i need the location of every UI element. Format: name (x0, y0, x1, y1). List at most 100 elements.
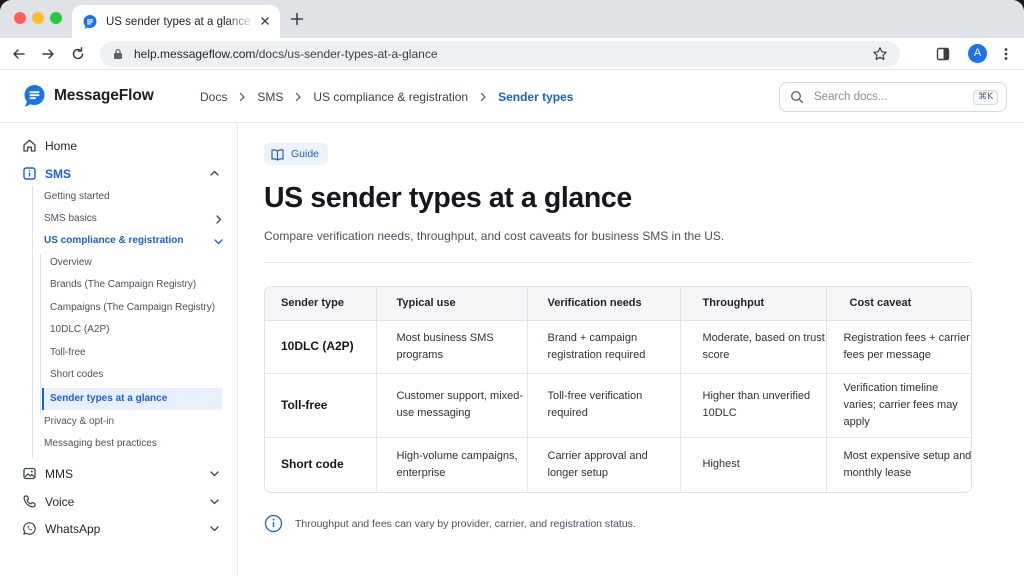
breadcrumb-sms[interactable]: SMS (257, 90, 283, 104)
sidebar-item-label: SMS (45, 166, 72, 181)
close-tab-icon[interactable] (258, 14, 272, 28)
column-header-throughput: Throughput (680, 287, 827, 321)
chevron-down-icon (210, 471, 219, 477)
chevron-down-icon (210, 499, 219, 505)
sidebar-item-short-codes[interactable]: Short codes (50, 369, 103, 380)
sidebar-item-toll-free[interactable]: Toll-free (50, 347, 86, 358)
column-header-cost-caveat: Cost caveat (826, 287, 971, 321)
profile-avatar[interactable]: A (968, 44, 987, 63)
browser-menu-icon[interactable] (998, 46, 1014, 62)
sidebar-item-label: SMS basics (44, 213, 97, 224)
table-cell: Verification timeline varies; carrier fe… (826, 373, 971, 438)
table-cell: Customer support, mixed-use messaging (376, 373, 528, 438)
browser-window: US sender types at a glance | MessageFlo… (0, 0, 1024, 576)
chevron-right-icon (480, 92, 486, 102)
info-icon (264, 514, 283, 533)
table-header-row: Sender type Typical use Verification nee… (265, 287, 971, 321)
sidebar-item-sender-types[interactable]: Sender types at a glance (50, 393, 167, 404)
table-cell-sender-type: 10DLC (A2P) (265, 320, 377, 374)
table-row: 10DLC (A2P) Most business SMS programs B… (265, 320, 971, 374)
table-cell: High-volume campaigns, enterprise (376, 437, 528, 492)
sidebar-item-label: Voice (45, 494, 75, 509)
sidebar-item-whatsapp[interactable]: WhatsApp (22, 521, 220, 536)
new-tab-icon[interactable] (290, 12, 304, 26)
guide-badge-label: Guide (291, 148, 320, 160)
minimize-window-button[interactable] (32, 12, 44, 24)
sidebar-item-sms-basics[interactable]: SMS basics (44, 213, 224, 224)
search-box[interactable]: ⌘K (779, 82, 1007, 112)
sidebar-item-brands[interactable]: Brands (The Campaign Registry) (50, 279, 196, 290)
guide-badge: Guide (264, 143, 329, 165)
tree-guide-line (32, 186, 33, 458)
maximize-window-button[interactable] (50, 12, 62, 24)
table-row: Short code High-volume campaigns, enterp… (265, 437, 972, 492)
site-info-icon[interactable] (112, 48, 124, 60)
brand-link[interactable]: MessageFlow (22, 84, 154, 108)
table-cell: Toll-free verification required (527, 373, 681, 438)
site-header: MessageFlow Docs SMS US compliance & reg… (0, 71, 1024, 123)
table-cell-sender-type: Toll-free (265, 373, 377, 438)
tab-title: US sender types at a glance | MessageFlo… (106, 15, 256, 28)
messageflow-logo-icon (24, 85, 45, 107)
sidebar-item-sms[interactable]: SMS (22, 166, 220, 181)
sidebar-item-best-practices[interactable]: Messaging best practices (44, 438, 157, 449)
breadcrumb-sender-types: Sender types (498, 90, 574, 104)
sidebar-item-label: WhatsApp (45, 521, 101, 536)
page-subtitle: Compare verification needs, throughput, … (264, 229, 725, 243)
address-bar[interactable]: help.messageflow.com/docs/us-sender-type… (100, 41, 900, 67)
table-cell: Carrier approval and longer setup (527, 437, 681, 492)
tab-strip: US sender types at a glance | MessageFlo… (0, 0, 1024, 38)
breadcrumb-us-compliance[interactable]: US compliance & registration (313, 90, 468, 104)
chevron-right-icon (216, 215, 222, 224)
breadcrumb-docs[interactable]: Docs (200, 90, 227, 104)
chevron-right-icon (240, 92, 245, 102)
sidebar-item-overview[interactable]: Overview (50, 257, 92, 268)
chevron-right-icon (296, 92, 302, 102)
docs-sidebar: Home SMS Getting started SMS basics US c… (0, 124, 238, 576)
sidebar-item-label: Home (45, 138, 78, 153)
tree-guide-line (40, 254, 41, 414)
table-cell: Highest (680, 437, 827, 492)
sidebar-item-campaigns[interactable]: Campaigns (The Campaign Registry) (50, 302, 215, 313)
browser-tab-active[interactable]: US sender types at a glance | MessageFlo… (72, 5, 280, 38)
search-input[interactable] (814, 91, 964, 103)
sidebar-item-us-compliance[interactable]: US compliance & registration (44, 235, 224, 246)
table-cell: Registration fees + carrier fees per mes… (826, 320, 971, 374)
search-icon (790, 90, 804, 104)
home-icon (23, 139, 36, 152)
chevron-down-icon (210, 526, 219, 532)
back-arrow-icon[interactable] (11, 46, 27, 62)
sidebar-item-10dlc[interactable]: 10DLC (A2P) (50, 324, 109, 335)
table-cell: Higher than unverified 10DLC (680, 373, 827, 438)
url-text: help.messageflow.com/docs/us-sender-type… (134, 47, 438, 61)
chevron-up-icon[interactable] (209, 168, 220, 179)
close-window-button[interactable] (14, 12, 26, 24)
bookmark-star-icon[interactable] (872, 46, 888, 62)
sms-icon (23, 167, 36, 180)
side-panel-icon[interactable] (935, 46, 951, 62)
reload-icon[interactable] (70, 46, 86, 62)
page-title: US sender types at a glance (264, 182, 632, 214)
sender-types-table: Sender type Typical use Verification nee… (264, 286, 972, 493)
messageflow-favicon-icon (83, 14, 97, 29)
sidebar-item-home[interactable]: Home (22, 138, 77, 153)
breadcrumb: Docs SMS US compliance & registration Se… (200, 90, 573, 104)
info-note-text: Throughput and fees can vary by provider… (295, 517, 636, 530)
forward-arrow-icon[interactable] (40, 46, 56, 62)
sidebar-item-privacy[interactable]: Privacy & opt-in (44, 416, 114, 427)
column-header-sender-type: Sender type (265, 287, 377, 321)
brand-name: MessageFlow (54, 87, 154, 104)
search-shortcut-badge: ⌘K (973, 90, 998, 105)
phone-icon (23, 495, 36, 508)
image-icon (23, 467, 36, 480)
column-header-typical-use: Typical use (376, 287, 528, 321)
info-note: Throughput and fees can vary by provider… (264, 514, 636, 533)
table-cell: Most expensive setup and monthly lease (843, 449, 972, 479)
divider (264, 262, 972, 263)
sidebar-item-voice[interactable]: Voice (22, 494, 220, 509)
table-cell: Most business SMS programs (376, 320, 528, 374)
sidebar-item-getting-started[interactable]: Getting started (44, 191, 110, 202)
table-cell: Moderate, based on trust score (680, 320, 827, 374)
table-row: Toll-free Customer support, mixed-use me… (265, 373, 971, 438)
sidebar-item-mms[interactable]: MMS (22, 466, 220, 481)
